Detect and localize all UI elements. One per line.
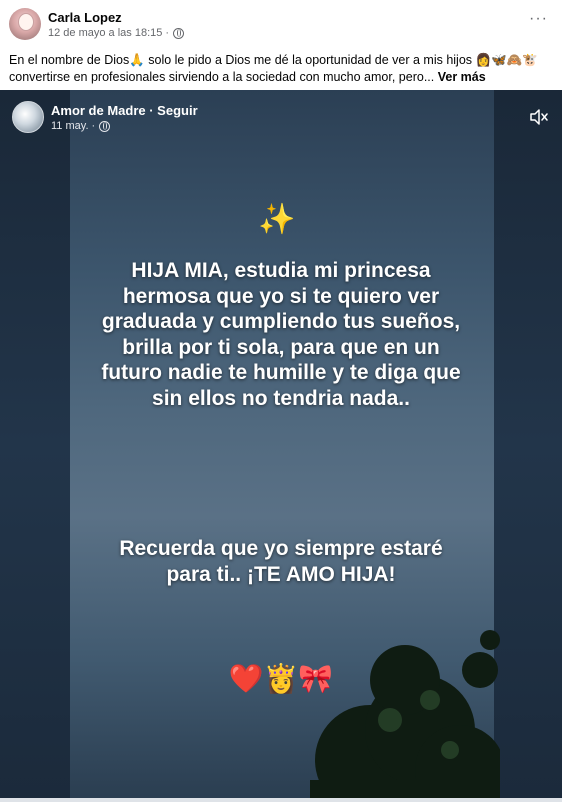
page-avatar[interactable] (12, 101, 44, 133)
see-more-link[interactable]: Ver más (438, 70, 486, 84)
video-date[interactable]: 11 may. · (51, 120, 95, 132)
post-header: Carla Lopez 12 de mayo a las 18:15 · ··· (0, 0, 562, 44)
mute-icon[interactable] (530, 109, 548, 125)
video-letterbox-right (494, 90, 562, 802)
page-name[interactable]: Amor de Madre · Seguir (51, 103, 198, 118)
more-options-icon[interactable]: ··· (529, 10, 548, 28)
shared-video[interactable]: Amor de Madre · Seguir 11 may. · ✨ HIJA … (0, 90, 562, 802)
post-text: En el nombre de Dios🙏 solo le pido a Dio… (9, 52, 554, 86)
video-letterbox-left (0, 90, 70, 802)
author-name[interactable]: Carla Lopez (48, 10, 122, 25)
video-emojis: ❤️👸🎀 (228, 663, 334, 694)
tree-silhouette (310, 630, 500, 802)
post-timestamp[interactable]: 12 de mayo a las 18:15 · (48, 27, 169, 39)
video-meta: 11 may. · (51, 120, 111, 132)
post-footer-strip (0, 798, 562, 802)
video-message-main: HIJA MIA, estudia mi princesa hermosa qu… (101, 259, 461, 410)
globe-icon (173, 27, 185, 39)
video-message-closing: Recuerda que yo siempre estaré para ti..… (119, 537, 443, 586)
author-avatar[interactable] (9, 8, 41, 40)
post-meta: 12 de mayo a las 18:15 · (48, 27, 185, 39)
sparkle-emoji: ✨ (258, 203, 296, 236)
globe-icon (99, 120, 111, 132)
